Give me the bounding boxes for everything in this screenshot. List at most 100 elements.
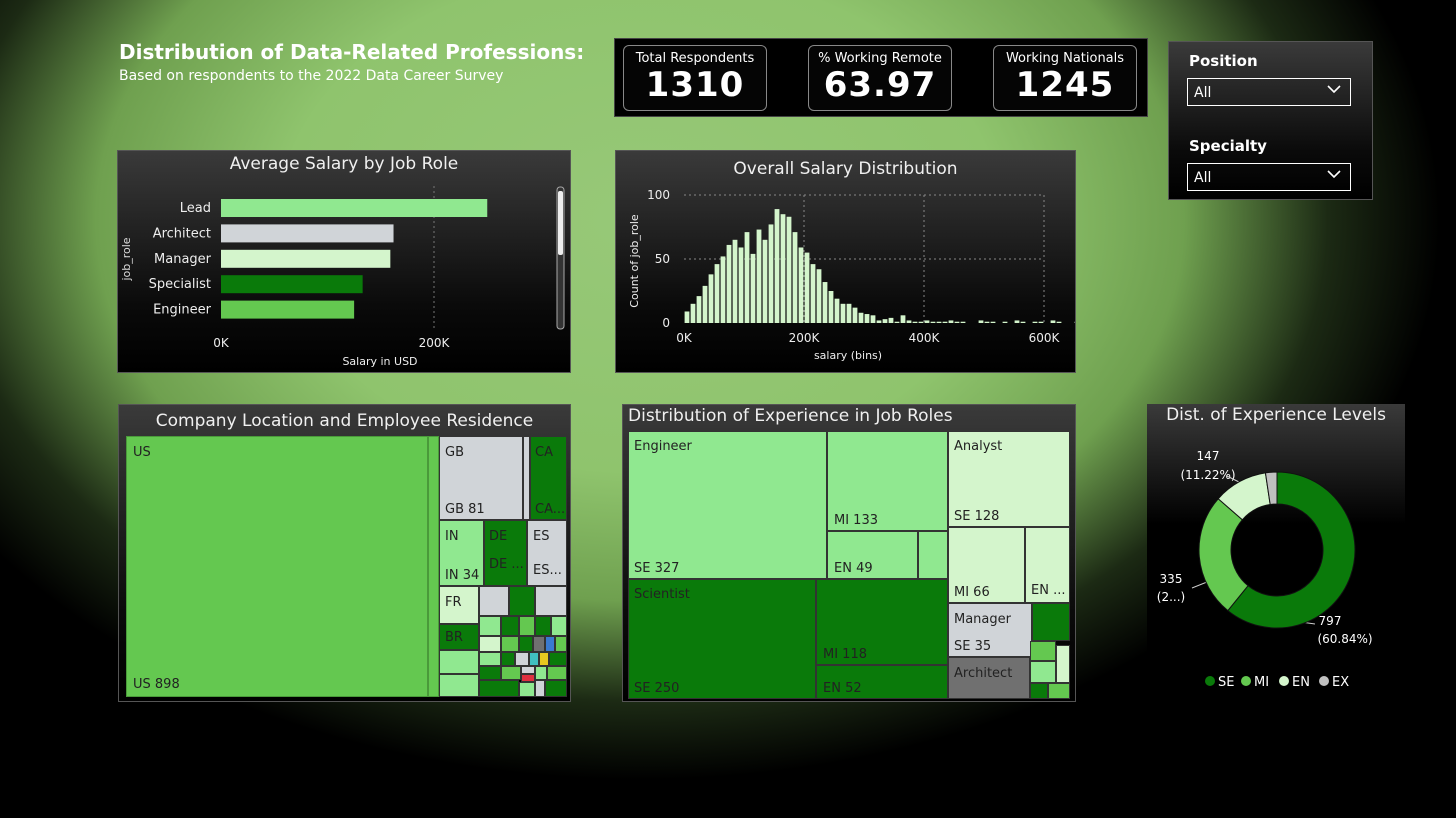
histogram-bar[interactable] (1020, 321, 1026, 323)
kpi-card-working-nationals[interactable]: Working Nationals 1245 (993, 45, 1137, 111)
histogram-bar[interactable] (912, 321, 918, 323)
treemap-tile-engineer-mi[interactable]: MI 133 (827, 431, 948, 531)
histogram-bar[interactable] (726, 244, 732, 323)
treemap-tile[interactable] (479, 586, 509, 616)
histogram-bar[interactable] (984, 321, 990, 323)
salary-distribution-chart[interactable]: Overall Salary Distribution 100 50 0 0K … (615, 150, 1076, 373)
histogram-bar[interactable] (1038, 321, 1044, 323)
treemap-tile[interactable] (529, 652, 539, 666)
histogram-bar[interactable] (864, 314, 870, 323)
bar[interactable] (221, 199, 488, 217)
histogram-bar[interactable] (738, 247, 744, 323)
histogram-bar[interactable] (948, 320, 954, 323)
treemap-tile[interactable] (549, 652, 567, 666)
treemap-tile[interactable] (519, 616, 535, 636)
treemap-tile-de[interactable]: DE DE ... (484, 520, 527, 586)
treemap-tile[interactable] (1056, 645, 1070, 683)
histogram-bar[interactable] (822, 282, 828, 323)
histogram-bar[interactable] (882, 319, 888, 323)
treemap-tile[interactable] (535, 586, 567, 616)
treemap-tile[interactable] (551, 616, 567, 636)
treemap-tile[interactable] (533, 636, 545, 652)
treemap-tile-es[interactable]: ES ES... (527, 520, 567, 586)
histogram-bar[interactable] (702, 285, 708, 323)
histogram-bar[interactable] (786, 216, 792, 323)
histogram-bar[interactable] (858, 312, 864, 323)
kpi-card-working-remote[interactable]: % Working Remote 63.97 (808, 45, 952, 111)
histogram-bar[interactable] (930, 321, 936, 323)
treemap-tile-architect[interactable]: Architect (948, 657, 1030, 699)
histogram-bar[interactable] (816, 269, 822, 323)
treemap-tile[interactable] (545, 636, 555, 652)
histogram-bar[interactable] (936, 321, 942, 323)
histogram-bar[interactable] (840, 303, 846, 323)
position-dropdown[interactable]: All (1187, 78, 1351, 106)
treemap-tile[interactable] (439, 650, 479, 674)
histogram-bar[interactable] (978, 320, 984, 323)
histogram-bar[interactable] (708, 274, 714, 323)
treemap-tile[interactable] (1030, 683, 1048, 699)
histogram-bar[interactable] (924, 320, 930, 323)
histogram-bar[interactable] (720, 256, 726, 323)
treemap-tile-gb[interactable]: GB GB 81 (439, 436, 523, 520)
bar[interactable] (221, 224, 394, 243)
histogram-bar[interactable] (1014, 320, 1020, 323)
treemap-tile[interactable] (535, 666, 547, 680)
histogram-bar[interactable] (714, 264, 720, 323)
histogram-bar[interactable] (960, 321, 966, 323)
treemap-tile-scientist-se[interactable]: Scientist SE 250 (628, 579, 816, 699)
histogram-bar[interactable] (732, 239, 738, 323)
histogram-bar[interactable] (762, 239, 768, 323)
histogram-bar[interactable] (990, 321, 996, 323)
histogram-bar[interactable] (906, 320, 912, 323)
histogram-bar[interactable] (792, 232, 798, 323)
treemap-tile-ca[interactable]: CA CA... (530, 436, 567, 520)
treemap-tile[interactable] (509, 586, 535, 616)
treemap-tile-analyst-mi[interactable]: MI 66 (948, 527, 1025, 603)
treemap-tile[interactable] (519, 682, 535, 697)
treemap-tile-scientist-mi[interactable]: MI 118 (816, 579, 948, 665)
treemap-tile[interactable] (535, 680, 545, 697)
treemap-tile-us[interactable]: US US 898 (126, 436, 428, 697)
histogram-bar[interactable] (918, 321, 924, 323)
treemap-tile[interactable] (479, 636, 501, 652)
treemap-tile[interactable] (479, 666, 501, 680)
treemap-tile-engineer-se[interactable]: Engineer SE 327 (628, 431, 827, 579)
treemap-tile[interactable] (521, 674, 535, 682)
bar[interactable] (221, 300, 355, 319)
histogram-bar[interactable] (684, 311, 690, 323)
treemap-tile[interactable] (555, 636, 567, 652)
histogram-bar[interactable] (852, 307, 858, 323)
treemap-tile[interactable] (501, 652, 515, 666)
bar[interactable] (221, 275, 363, 294)
histogram-bar[interactable] (1050, 320, 1056, 323)
treemap-tile[interactable] (515, 652, 529, 666)
treemap-tile[interactable] (547, 666, 567, 680)
specialty-dropdown[interactable]: All (1187, 163, 1351, 191)
salary-by-role-chart[interactable]: Average Salary by Job Role job_role 0K 2… (117, 150, 571, 373)
treemap-tile[interactable] (521, 666, 535, 674)
histogram-bar[interactable] (846, 303, 852, 323)
histogram-bar[interactable] (828, 291, 834, 323)
treemap-tile[interactable] (1030, 641, 1056, 661)
histogram-bar[interactable] (888, 317, 894, 323)
histogram-bar[interactable] (750, 253, 756, 323)
treemap-tile-scientist-en[interactable]: EN 52 (816, 665, 948, 699)
histogram-bar[interactable] (768, 224, 774, 323)
experience-levels-chart[interactable]: Dist. of Experience Levels 147 (11.22%) … (1147, 404, 1405, 704)
treemap-tile[interactable] (1048, 683, 1070, 699)
treemap-tile[interactable] (479, 652, 501, 666)
histogram-bar[interactable] (1032, 321, 1038, 323)
treemap-tile[interactable] (501, 666, 521, 680)
treemap-tile[interactable] (439, 674, 479, 697)
treemap-tile[interactable] (519, 636, 533, 652)
scrollbar-thumb[interactable] (558, 191, 563, 255)
treemap-tile[interactable] (918, 531, 948, 579)
kpi-card-total-respondents[interactable]: Total Respondents 1310 (623, 45, 767, 111)
treemap-tile-engineer-en[interactable]: EN 49 (827, 531, 918, 579)
treemap-tile[interactable] (1030, 661, 1056, 683)
treemap-tile-in[interactable]: IN IN 34 (439, 520, 484, 586)
treemap-tile[interactable] (479, 680, 519, 697)
histogram-bar[interactable] (744, 232, 750, 323)
histogram-bar[interactable] (870, 315, 876, 323)
